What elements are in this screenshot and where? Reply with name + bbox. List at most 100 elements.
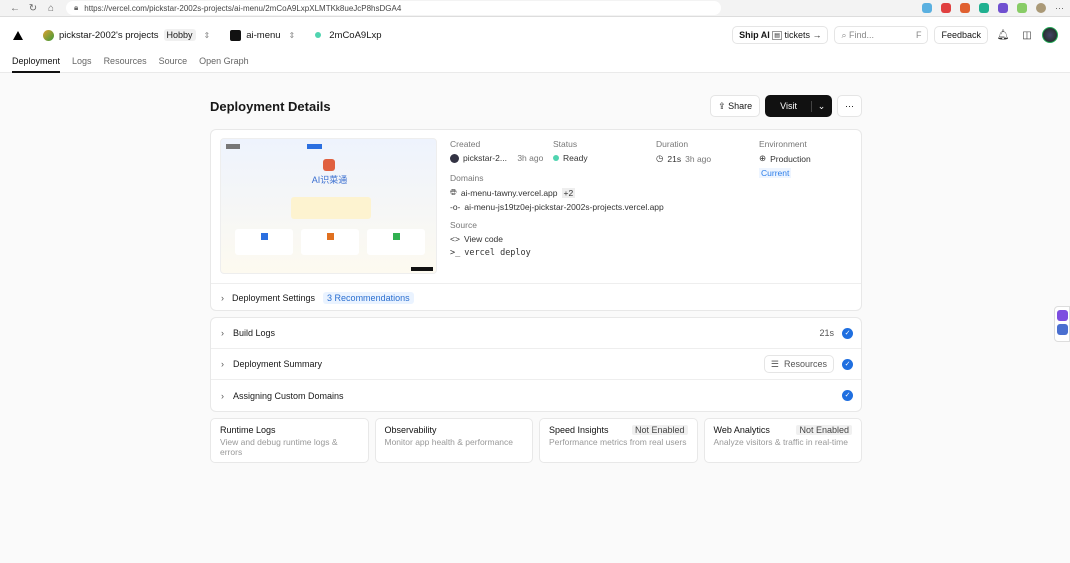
tile-title: Speed Insights: [549, 425, 609, 435]
more-domains-badge[interactable]: +2: [561, 187, 576, 198]
search-icon: ⌕: [841, 29, 847, 40]
share-label: Share: [728, 101, 753, 111]
environment-value: Production: [770, 153, 811, 164]
check-icon: ✓: [842, 358, 853, 370]
runtime-logs-tile[interactable]: Runtime Logs View and debug runtime logs …: [210, 418, 369, 463]
tab-source[interactable]: Source: [159, 53, 188, 73]
deployment-crumb[interactable]: 2mCoA9Lxp: [315, 30, 382, 41]
extension-icon[interactable]: [941, 3, 951, 13]
tab-deployment[interactable]: Deployment: [12, 53, 61, 73]
extension-icon[interactable]: [998, 3, 1008, 13]
build-logs-row[interactable]: › Build Logs 21s ✓: [211, 318, 861, 349]
ship-label: Ship AI: [739, 30, 770, 40]
url-text: https://vercel.com/pickstar-2002s-projec…: [84, 3, 402, 13]
step-label: Build Logs: [233, 328, 276, 338]
ship-label-post: tickets →: [784, 30, 822, 40]
speed-insights-tile[interactable]: Speed Insights Not Enabled Performance met…: [539, 418, 698, 463]
extension-icon[interactable]: [1017, 3, 1027, 13]
chevron-updown-icon[interactable]: ⇕: [204, 31, 211, 40]
tile-title: Runtime Logs: [220, 425, 276, 435]
resources-button[interactable]: ☰ Resources: [763, 355, 834, 373]
translate-icon[interactable]: [1056, 324, 1068, 335]
deployment-url-link[interactable]: ai-menu-js19tz0ej-pickstar-2002s-project…: [464, 202, 663, 212]
build-duration: 21s: [819, 328, 834, 338]
source-label: Source: [450, 220, 477, 230]
code-icon: <>: [450, 234, 460, 244]
tile-desc: Analyze visitors & traffic in real-time: [713, 437, 848, 447]
tile-desc: Monitor app health & performance: [384, 437, 514, 447]
find-input[interactable]: ⌕ Find... F: [834, 26, 929, 44]
creator-name[interactable]: pickstar-2...: [463, 153, 507, 163]
status-value: Ready: [563, 153, 588, 163]
terminal-icon: >_: [450, 248, 461, 258]
extension-icon[interactable]: [960, 3, 970, 13]
deployment-settings-row[interactable]: › Deployment Settings 3 Recommendations: [211, 283, 861, 311]
find-shortcut: F: [915, 30, 922, 40]
user-avatar[interactable]: [1042, 27, 1058, 43]
deployment-preview[interactable]: AI识菜通: [220, 138, 437, 274]
settings-label: Deployment Settings: [232, 292, 316, 303]
commit-icon: -o-: [450, 202, 461, 212]
chevron-right-icon: ›: [221, 359, 224, 369]
extension-icon[interactable]: [979, 3, 989, 13]
tile-title: Web Analytics: [713, 425, 770, 435]
view-code-link[interactable]: View code: [464, 234, 503, 244]
tile-desc: View and debug runtime logs & errors: [220, 437, 338, 457]
tab-resources[interactable]: Resources: [104, 53, 147, 73]
more-icon[interactable]: ⋯: [1055, 3, 1064, 14]
status-dot: [553, 155, 559, 161]
back-icon[interactable]: ←: [6, 3, 24, 14]
profile-avatar[interactable]: [1036, 3, 1046, 13]
tab-logs[interactable]: Logs: [72, 53, 92, 73]
extension-icon[interactable]: [922, 3, 932, 13]
home-icon[interactable]: ⌂: [42, 3, 60, 14]
refresh-icon[interactable]: ↻: [24, 3, 42, 14]
tile-desc: Performance metrics from real users: [549, 437, 687, 447]
plan-badge: Hobby: [163, 29, 196, 41]
chevron-down-icon[interactable]: ⌄: [811, 100, 831, 112]
production-icon: ⊕: [759, 153, 767, 163]
chevron-updown-icon[interactable]: ⇕: [289, 31, 296, 40]
project-name: ai-menu: [246, 29, 281, 41]
preview-title: AI识菜通: [311, 175, 348, 185]
not-enabled-badge: Not Enabled: [631, 425, 688, 435]
domains-label: Domains: [450, 173, 484, 183]
visit-button[interactable]: Visit ⌄: [765, 95, 832, 117]
tile-title: Observability: [384, 425, 437, 435]
vercel-logo[interactable]: [13, 30, 23, 40]
preview-badge: [411, 267, 433, 271]
duration-label: Duration: [656, 139, 689, 149]
feedback-button[interactable]: Feedback: [934, 26, 988, 44]
team-name: pickstar-2002's projects: [59, 29, 159, 41]
chat-icon[interactable]: [1056, 310, 1068, 321]
share-icon: ⇪: [718, 100, 726, 111]
preview-card: [301, 229, 359, 255]
bell-icon[interactable]: 🔔︎: [994, 30, 1012, 41]
tab-open-graph[interactable]: Open Graph: [199, 53, 249, 73]
side-widget: [1054, 306, 1070, 342]
page-title: Deployment Details: [210, 98, 331, 114]
deployment-summary-row[interactable]: › Deployment Summary ☰ Resources ✓: [211, 349, 861, 380]
environment-label: Environment: [759, 139, 807, 149]
app-header: pickstar-2002's projects Hobby ⇕ ai-menu…: [0, 17, 1070, 73]
app-icon: [323, 159, 335, 171]
clock-icon: ◷: [656, 153, 664, 163]
observability-tile[interactable]: Observability Monitor app health & perfor…: [374, 418, 533, 463]
share-button[interactable]: ⇪ Share: [710, 95, 761, 117]
ship-ai-button[interactable]: Ship AI ▤ tickets →: [732, 26, 829, 44]
custom-domains-row[interactable]: › Assigning Custom Domains ✓: [211, 380, 861, 411]
cli-command: vercel deploy: [464, 248, 531, 258]
more-button[interactable]: ⋯: [837, 95, 862, 117]
preview-box: [291, 197, 371, 219]
panel-icon[interactable]: ◫: [1018, 30, 1036, 41]
created-time: 3h ago: [517, 153, 544, 163]
address-bar[interactable]: 🔒︎ https://vercel.com/pickstar-2002s-proj…: [66, 1, 721, 15]
web-analytics-tile[interactable]: Web Analytics Not Enabled Analyze visitors…: [703, 418, 862, 463]
recommendations-badge[interactable]: 3 Recommendations: [323, 291, 414, 304]
team-switcher[interactable]: pickstar-2002's projects Hobby ⇕: [43, 29, 230, 41]
domain-link[interactable]: ai-menu-tawny.vercel.app: [461, 188, 558, 198]
build-steps: › Build Logs 21s ✓ › Deployment Summary ☰…: [210, 317, 862, 412]
check-icon: ✓: [842, 327, 853, 339]
feature-tiles: Runtime Logs View and debug runtime logs …: [210, 418, 862, 463]
project-switcher[interactable]: ai-menu ⇕: [230, 29, 315, 41]
